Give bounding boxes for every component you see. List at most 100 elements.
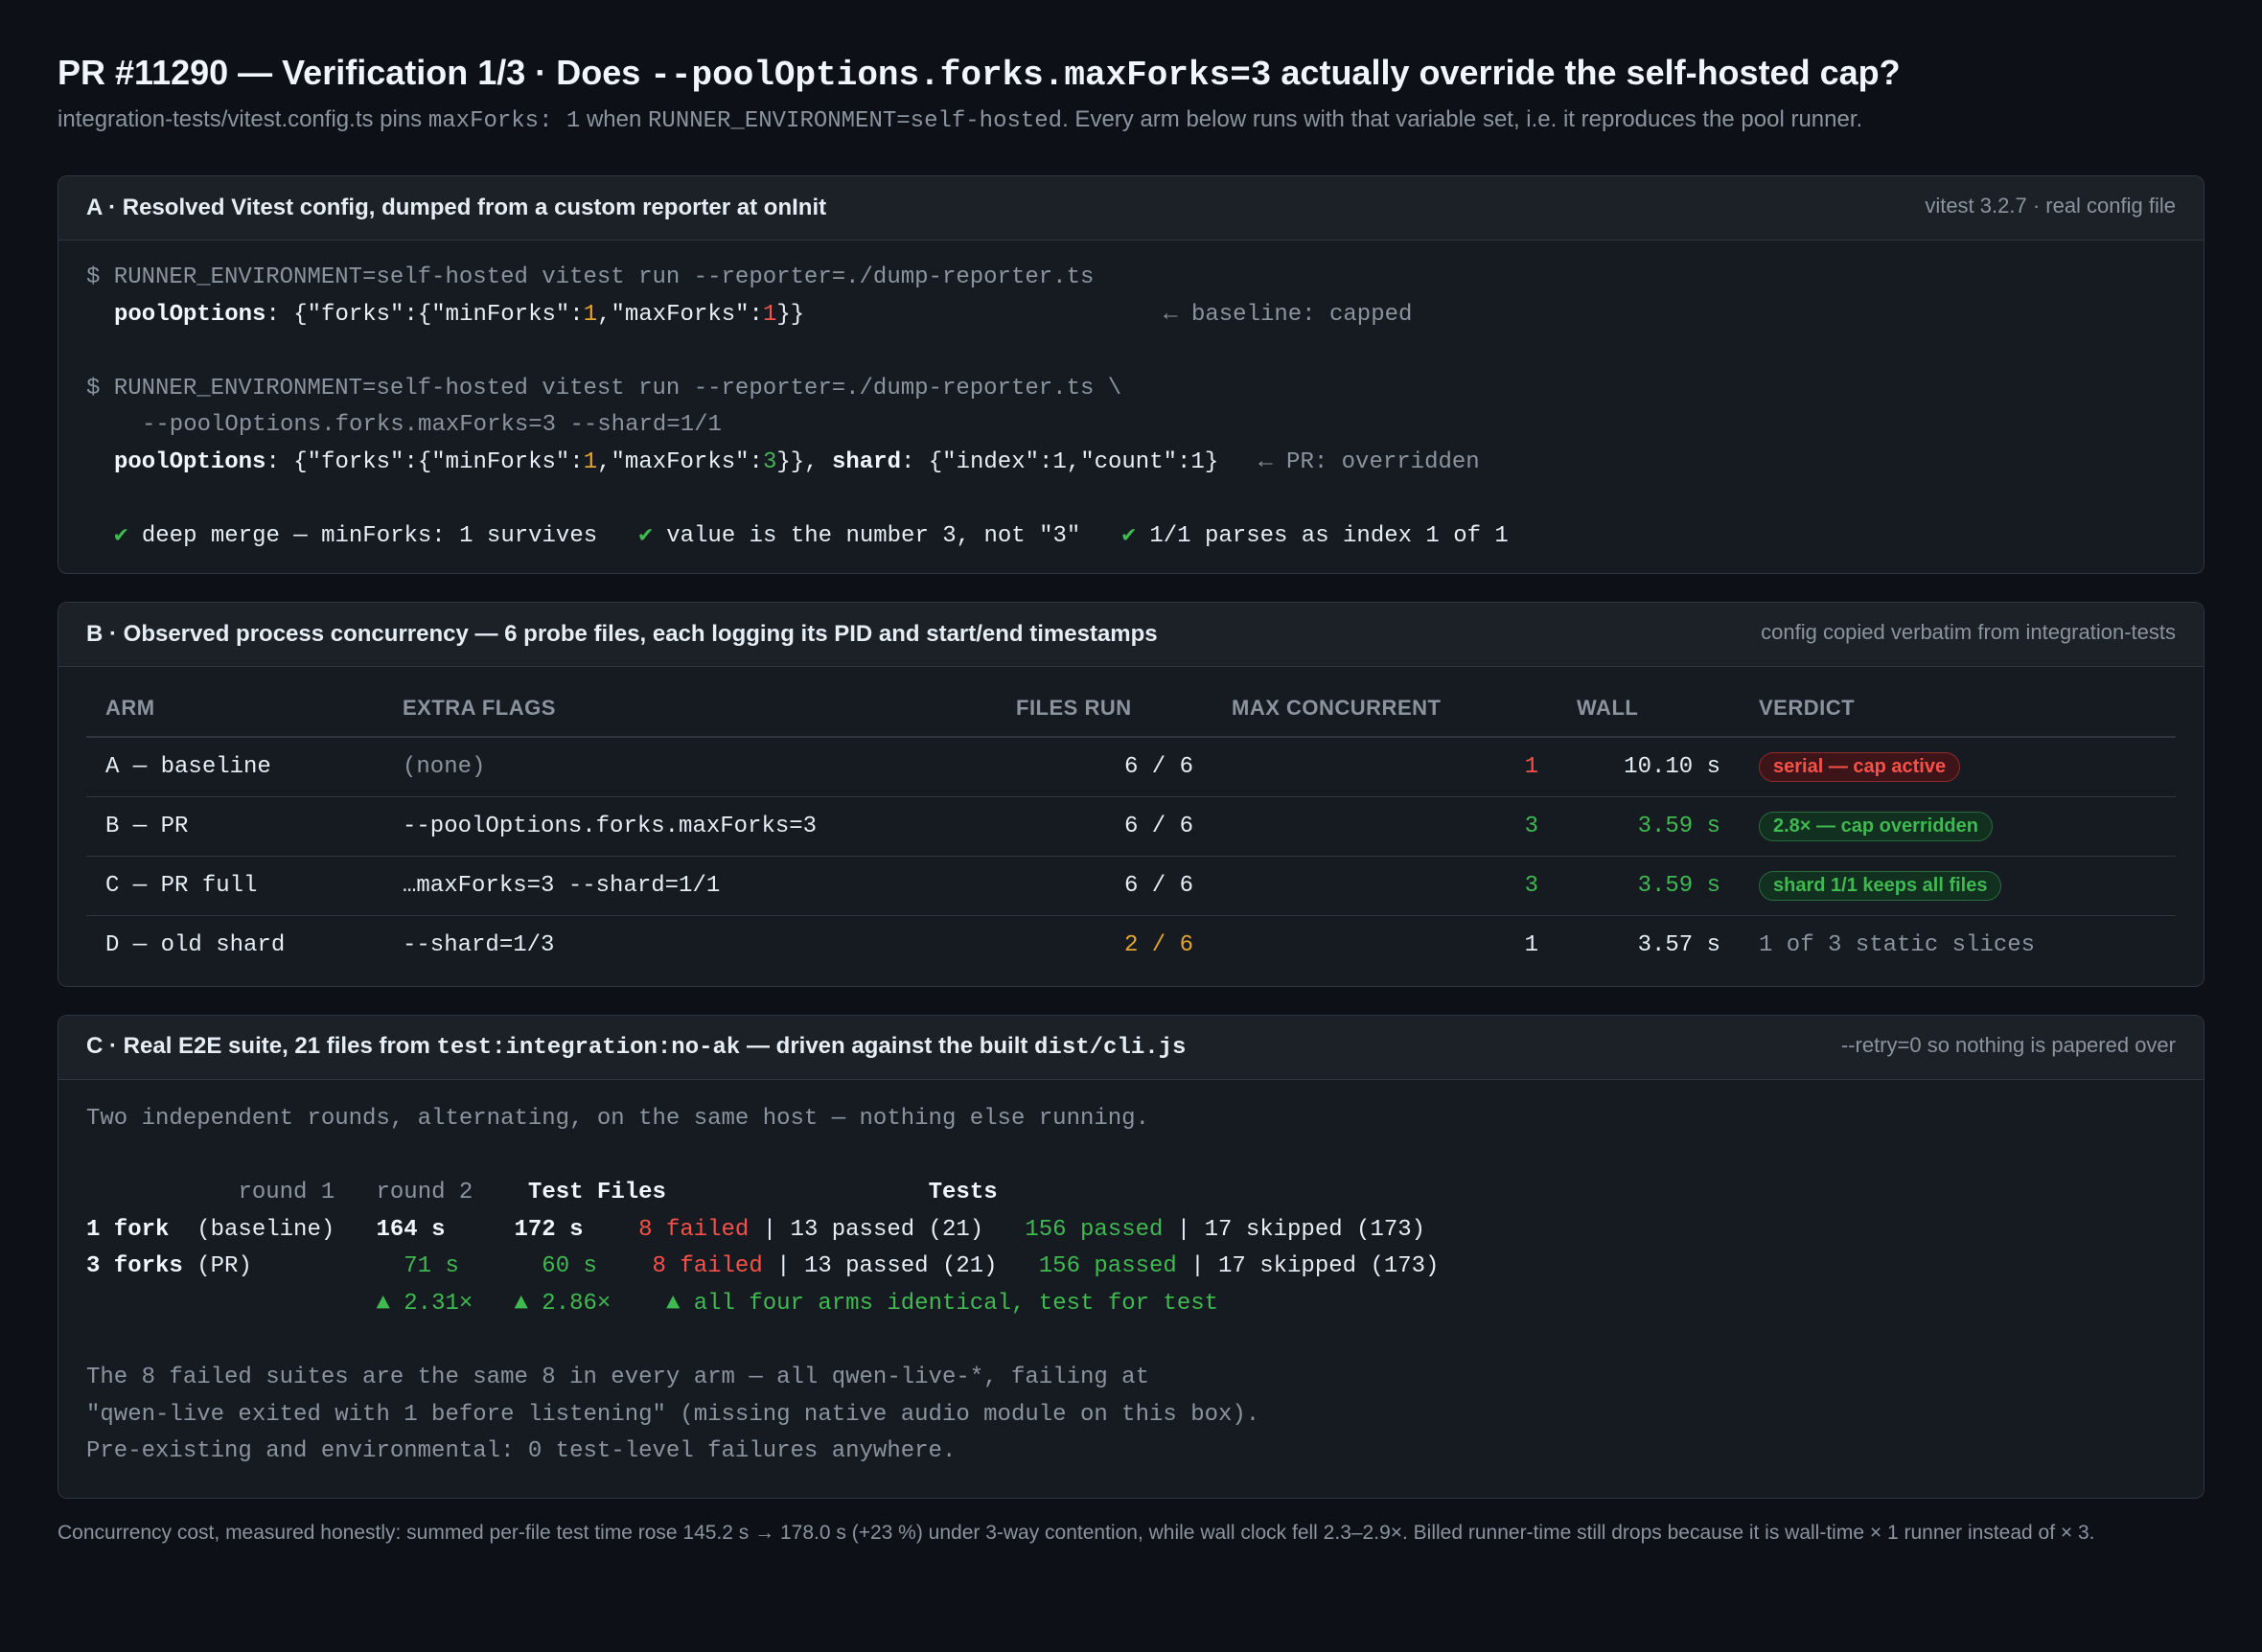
concurrency-cell: 3 [1212,856,1558,916]
concurrency-table: ARM EXTRA FLAGS FILES RUN MAX CONCURRENT… [86,679,2176,975]
min-forks-value: 1 [583,448,598,475]
skipped-tests: | 17 skipped (173) [1176,1253,1440,1280]
passed-tests: 156 passed [1025,1216,1164,1243]
check-item: 1/1 parses as index 1 of 1 [1149,523,1509,550]
column-label: round 1 [238,1179,335,1205]
table-row: A — baseline (none) 6 / 6 1 10.10 s seri… [86,736,2176,797]
passed-tests: 156 passed [1038,1253,1177,1280]
title-code: test:integration:no-ak [436,1035,741,1062]
arm-cell: C — PR full [86,856,383,916]
title-text-end: actually override the self-hosted cap? [1271,53,1901,92]
key: shard [831,448,901,475]
row-qualifier: (PR) [182,1253,349,1280]
output-line: poolOptions: {"forks":{"minForks":1,"max… [86,297,2176,334]
speedup-round-2: ▲ 2.86× [514,1290,612,1317]
panel-title: B · Observed process concurrency — 6 pro… [86,620,1158,647]
check-icon: ✔ [638,523,653,550]
panel-note: vitest 3.2.7 · real config file [1925,194,2176,218]
panel-resolved-config: A · Resolved Vitest config, dumped from … [58,175,2204,574]
row-qualifier: (baseline) [169,1216,335,1243]
column-header: VERDICT [1740,679,2176,738]
panel-concurrency: B · Observed process concurrency — 6 pro… [58,601,2204,987]
results-header: round 1 round 2 Test Files Tests [86,1175,2176,1212]
subtitle-code: RUNNER_ENVIRONMENT=self-hosted [648,108,1063,134]
passed-files: | 13 passed (21) [762,1253,1039,1280]
subtitle-text: . Every arm below runs with that variabl… [1062,106,1863,132]
skipped-tests: | 17 skipped (173) [1163,1216,1426,1243]
panel-header: B · Observed process concurrency — 6 pro… [58,602,2204,667]
files-cell: 6 / 6 [997,856,1212,916]
speedup-round-1: ▲ 2.31× [376,1290,473,1317]
results-row: 1 fork (baseline) 164 s 172 s 8 failed |… [86,1212,2176,1250]
verdict-cell: shard 1/1 keeps all files [1740,856,2176,916]
column-header: ARM [86,679,383,738]
status-badge: serial — cap active [1759,751,1961,782]
column-header: FILES RUN [997,679,1212,738]
failure-note: The 8 failed suites are the same 8 in ev… [86,1364,1149,1390]
footer-note: Concurrency cost, measured honestly: sum… [58,1521,2095,1544]
status-badge: 2.8× — cap overridden [1759,811,1993,841]
column-header: WALL [1558,679,1740,738]
arm-cell: A — baseline [86,736,383,797]
subtitle-code: maxForks: 1 [427,108,581,134]
flags-cell: …maxForks=3 --shard=1/1 [383,856,997,916]
title-text: PR #11290 — Verification 1/3 · Does [58,53,651,92]
flags-cell: --poolOptions.forks.maxForks=3 [383,796,997,857]
table-row: B — PR --poolOptions.forks.maxForks=3 6 … [86,796,2176,857]
failed-count: 8 failed [638,1216,750,1243]
title-code: dist/cli.js [1034,1035,1187,1062]
panel-e2e-suite: C · Real E2E suite, 21 files from test:i… [58,1014,2204,1499]
check-item: value is the number 3, not "3" [666,523,1081,550]
flags-cell: (none) [383,736,997,797]
failure-note: Pre-existing and environmental: 0 test-l… [86,1438,957,1465]
column-header: EXTRA FLAGS [383,679,997,738]
table-row: D — old shard --shard=1/3 2 / 6 1 3.57 s… [86,915,2176,975]
max-forks-value: 1 [762,301,777,328]
column-header: MAX CONCURRENT [1212,679,1558,738]
wall-cell: 3.59 s [1558,796,1740,857]
subtitle-text: when [580,106,649,132]
text: }}, [776,448,832,475]
wall-cell: 3.59 s [1558,856,1740,916]
column-label: Tests [928,1179,998,1205]
panel-title: A · Resolved Vitest config, dumped from … [86,195,827,220]
title-text: — driven against the built [740,1033,1035,1060]
wall-cell: 3.57 s [1637,931,1720,958]
speedup-row: ▲ 2.31× ▲ 2.86× ▲ all four arms identica… [86,1286,2176,1323]
row-label: 1 fork [86,1216,170,1243]
panel-header: C · Real E2E suite, 21 files from test:i… [58,1015,2204,1080]
arm-cell: D — old shard [105,931,286,958]
verdict-cell: serial — cap active [1740,736,2176,797]
title-code: --poolOptions.forks.maxForks=3 [650,56,1272,95]
round-1-time: 71 s [348,1253,459,1280]
page-subtitle: integration-tests/vitest.config.ts pins … [58,104,2204,137]
text: ,"maxForks": [597,448,763,475]
flags-cell: --shard=1/3 [403,931,555,958]
key: poolOptions [114,301,266,328]
subtitle-text: integration-tests/vitest.config.ts pins [58,106,428,132]
max-forks-value: 3 [762,448,777,475]
config-dump: $ RUNNER_ENVIRONMENT=self-hosted vitest … [58,241,2204,573]
title-text: C · Real E2E suite, 21 files from [86,1033,437,1060]
text: : {"forks":{"minForks": [265,301,584,328]
text: : {"index":1,"count":1} [900,448,1219,475]
column-label: round 2 [376,1179,473,1205]
e2e-results: Two independent rounds, alternating, on … [58,1080,2204,1498]
intro-text: Two independent rounds, alternating, on … [86,1105,1149,1132]
round-2-time: 60 s [458,1253,597,1280]
arm-cell: B — PR [86,796,383,857]
panel-note: --retry=0 so nothing is papered over [1840,1032,2176,1057]
wall-cell: 10.10 s [1558,736,1740,797]
passed-files: | 13 passed (21) [749,1216,1026,1243]
verdict-cell: 1 of 3 static slices [1759,931,2036,958]
failure-note: "qwen-live exited with 1 before listenin… [86,1401,1260,1428]
concurrency-cell: 1 [1212,736,1558,797]
check-item: deep merge — minForks: 1 survives [141,523,598,550]
